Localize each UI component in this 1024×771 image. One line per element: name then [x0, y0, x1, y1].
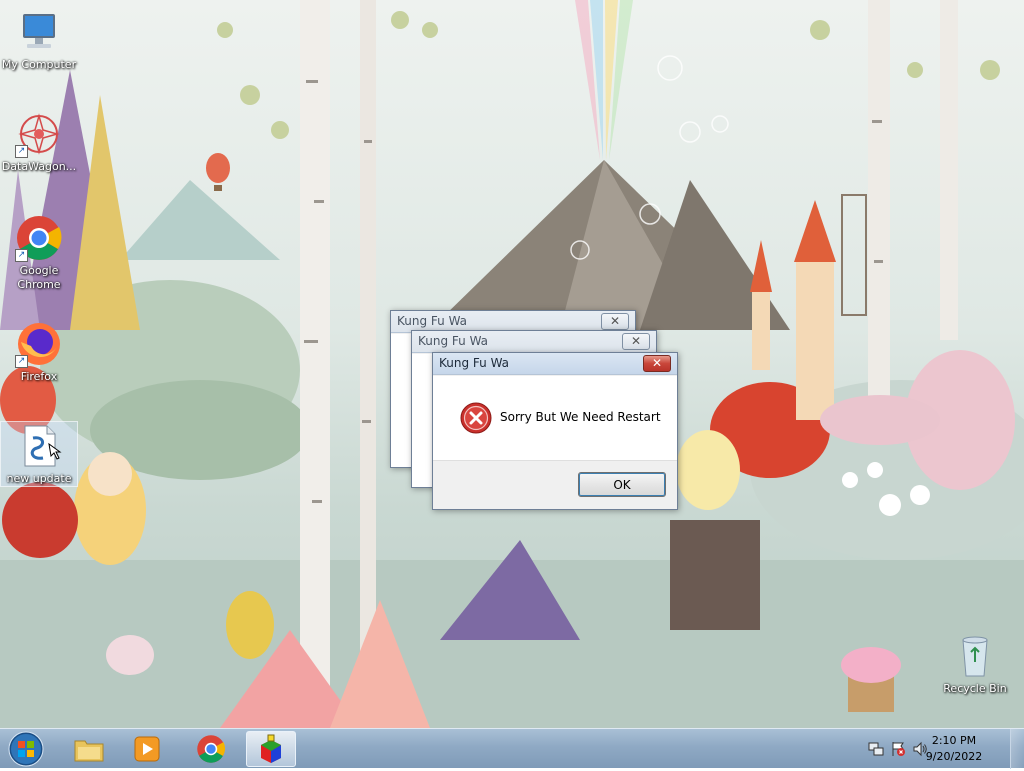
chrome-icon: ↗	[15, 214, 63, 262]
taskbar-media-player[interactable]	[122, 731, 172, 767]
desktop-icon-new-update[interactable]: new update	[0, 421, 78, 487]
desktop-icon-datawagon[interactable]: ↗ DataWagon...	[0, 110, 78, 174]
shortcut-arrow-icon: ↗	[15, 355, 28, 368]
dialog-title: Kung Fu Wa	[397, 314, 468, 328]
script-file-icon	[15, 422, 63, 470]
clock-time: 2:10 PM	[931, 734, 977, 747]
start-button[interactable]	[6, 730, 46, 768]
start-orb-icon	[8, 731, 44, 767]
desktop-icon-google-chrome[interactable]: ↗ Google Chrome	[0, 214, 78, 292]
desktop-icon-label: Recycle Bin	[943, 682, 1007, 695]
chrome-icon	[197, 735, 226, 763]
dialog-titlebar[interactable]: Kung Fu Wa ✕	[412, 331, 656, 353]
ok-button[interactable]: OK	[578, 472, 666, 497]
dialog-close-button[interactable]: ✕	[643, 355, 671, 372]
error-dialog[interactable]: Kung Fu Wa ✕ Sorry But We Need Restart O…	[432, 352, 678, 510]
desktop-icon-label: new update	[6, 472, 72, 485]
firefox-icon: ↗	[15, 320, 63, 368]
recycle-bin-icon	[951, 632, 999, 680]
clock-date: 9/20/2022	[925, 750, 983, 763]
desktop-icon-my-computer[interactable]: My Computer	[0, 8, 78, 72]
app-cube-icon	[261, 734, 281, 763]
computer-icon	[15, 8, 63, 56]
dialog-title: Kung Fu Wa	[439, 356, 510, 370]
network-icon[interactable]	[868, 741, 884, 757]
action-center-icon[interactable]	[890, 741, 906, 757]
dialog-footer: OK	[433, 460, 677, 509]
desktop-icon-recycle-bin[interactable]: Recycle Bin	[936, 632, 1014, 696]
desktop-icon-label: My Computer	[1, 58, 77, 71]
file-explorer-icon	[74, 740, 104, 762]
desktop-icon-label: DataWagon...	[1, 160, 77, 173]
shortcut-arrow-icon: ↗	[15, 145, 28, 158]
dialog-title: Kung Fu Wa	[418, 334, 489, 348]
taskbar-kung-fu-wa[interactable]	[246, 731, 296, 767]
desktop-icon-firefox[interactable]: ↗ Firefox	[0, 320, 78, 384]
dialog-titlebar[interactable]: Kung Fu Wa ✕	[433, 353, 677, 375]
show-desktop-button[interactable]	[1010, 729, 1024, 769]
taskbar-clock[interactable]: 2:10 PM 9/20/2022	[914, 733, 994, 765]
taskbar-chrome[interactable]	[186, 731, 236, 767]
taskbar-file-explorer[interactable]	[64, 731, 114, 767]
desktop-icon-label: Firefox	[20, 370, 58, 383]
datawagon-icon: ↗	[15, 110, 63, 158]
error-icon	[460, 402, 492, 434]
system-tray: 2:10 PM 9/20/2022	[854, 729, 1024, 769]
dialog-message: Sorry But We Need Restart	[500, 410, 661, 424]
dialog-close-button[interactable]: ✕	[622, 333, 650, 350]
dialog-body: Sorry But We Need Restart	[433, 376, 677, 461]
media-player-icon	[134, 736, 160, 762]
shortcut-arrow-icon: ↗	[15, 249, 28, 262]
desktop-icon-label: Google Chrome	[17, 264, 61, 291]
dialog-close-button[interactable]: ✕	[601, 313, 629, 330]
taskbar: 2:10 PM 9/20/2022	[0, 728, 1024, 769]
